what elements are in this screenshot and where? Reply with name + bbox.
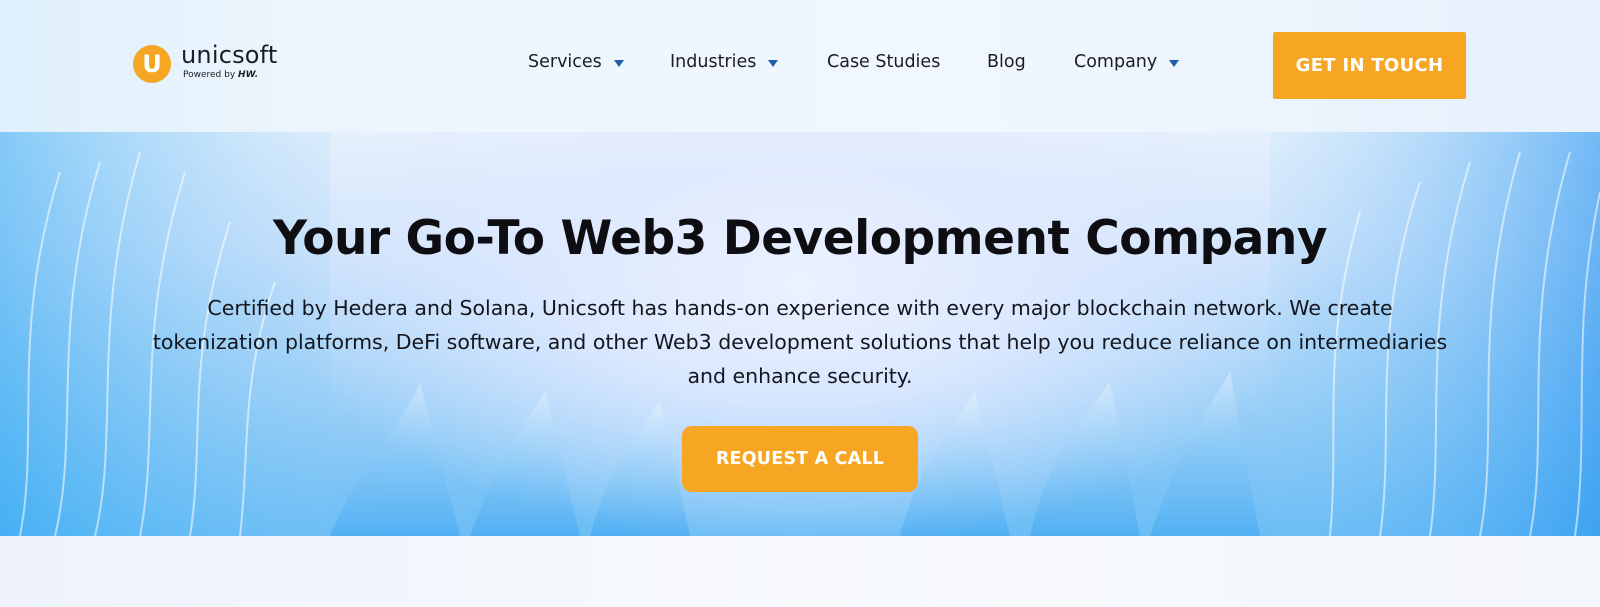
nav-item-label: Services [528, 52, 602, 72]
request-a-call-button[interactable]: REQUEST A CALL [682, 426, 918, 492]
next-section [0, 536, 1600, 607]
tagline-brand: HW. [238, 70, 259, 80]
caret-down-icon [768, 59, 779, 67]
hero-title: Your Go-To Web3 Development Company [273, 211, 1328, 267]
brand-tagline: Powered by HW. [183, 70, 258, 80]
tagline-prefix: Powered by [183, 70, 236, 80]
nav-item-label: Blog [987, 52, 1026, 72]
unicsoft-logo-icon: U [133, 45, 171, 83]
get-in-touch-button[interactable]: GET IN TOUCH [1273, 32, 1466, 99]
hero-description: Certified by Hedera and Solana, Unicsoft… [152, 295, 1448, 388]
nav-item-services[interactable]: Services [528, 52, 624, 72]
hero-section: Your Go-To Web3 Development Company Cert… [0, 132, 1600, 536]
nav-item-blog[interactable]: Blog [987, 52, 1026, 72]
nav-item-label: Company [1074, 52, 1158, 72]
nav-item-company[interactable]: Company [1074, 52, 1180, 72]
caret-down-icon [1169, 59, 1180, 67]
nav-item-industries[interactable]: Industries [670, 52, 779, 72]
site-header: U unicsoft Powered by HW. Services Indus… [0, 0, 1600, 132]
brand-logo[interactable]: U unicsoft Powered by HW. [133, 41, 283, 87]
nav-item-case-studies[interactable]: Case Studies [827, 52, 940, 72]
nav-item-label: Case Studies [827, 52, 941, 72]
caret-down-icon [613, 59, 624, 67]
brand-name: unicsoft [181, 41, 278, 69]
nav-item-label: Industries [670, 52, 757, 72]
